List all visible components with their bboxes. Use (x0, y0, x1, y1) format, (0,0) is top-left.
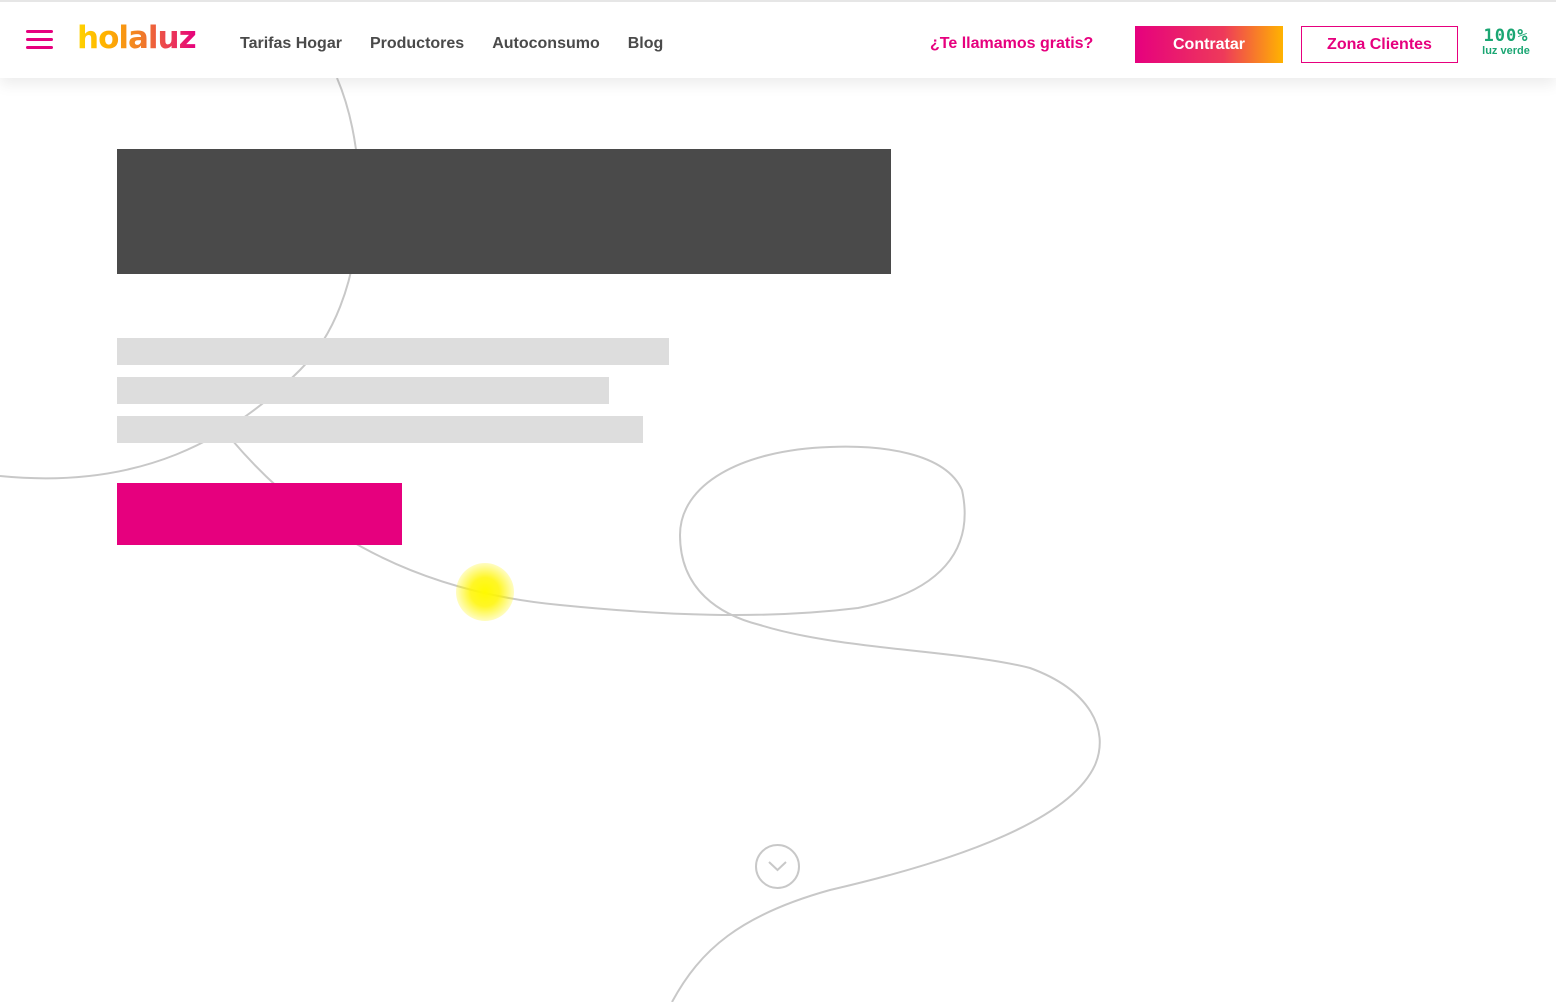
hero-text-placeholder-line (117, 338, 669, 365)
nav-productores[interactable]: Productores (370, 35, 464, 53)
nav-tarifas-hogar[interactable]: Tarifas Hogar (240, 35, 342, 53)
badge-percent: 100% (1483, 26, 1529, 46)
hero-text-placeholder-line (117, 377, 609, 404)
contratar-button[interactable]: Contratar (1135, 26, 1283, 63)
hero-cta-button-placeholder[interactable] (117, 483, 402, 545)
mouse-cursor-highlight (456, 563, 514, 621)
callback-link[interactable]: ¿Te llamamos gratis? (930, 35, 1093, 53)
hero-title-placeholder (117, 149, 891, 274)
hamburger-menu-icon[interactable] (26, 30, 53, 50)
holaluz-logo[interactable]: holaluz (77, 20, 197, 56)
site-header: holaluz Tarifas Hogar Productores Autoco… (0, 0, 1556, 78)
badge-subtitle: luz verde (1482, 45, 1530, 57)
zona-clientes-button[interactable]: Zona Clientes (1301, 26, 1458, 63)
scroll-down-button[interactable] (755, 844, 800, 889)
page: holaluz Tarifas Hogar Productores Autoco… (0, 0, 1556, 1002)
green-energy-badge: 100% luz verde (1476, 28, 1536, 58)
chevron-down-icon (768, 861, 787, 872)
hero-text-placeholder-line (117, 416, 643, 443)
main-nav: Tarifas Hogar Productores Autoconsumo Bl… (240, 35, 663, 53)
nav-autoconsumo[interactable]: Autoconsumo (492, 35, 600, 53)
nav-blog[interactable]: Blog (628, 35, 664, 53)
